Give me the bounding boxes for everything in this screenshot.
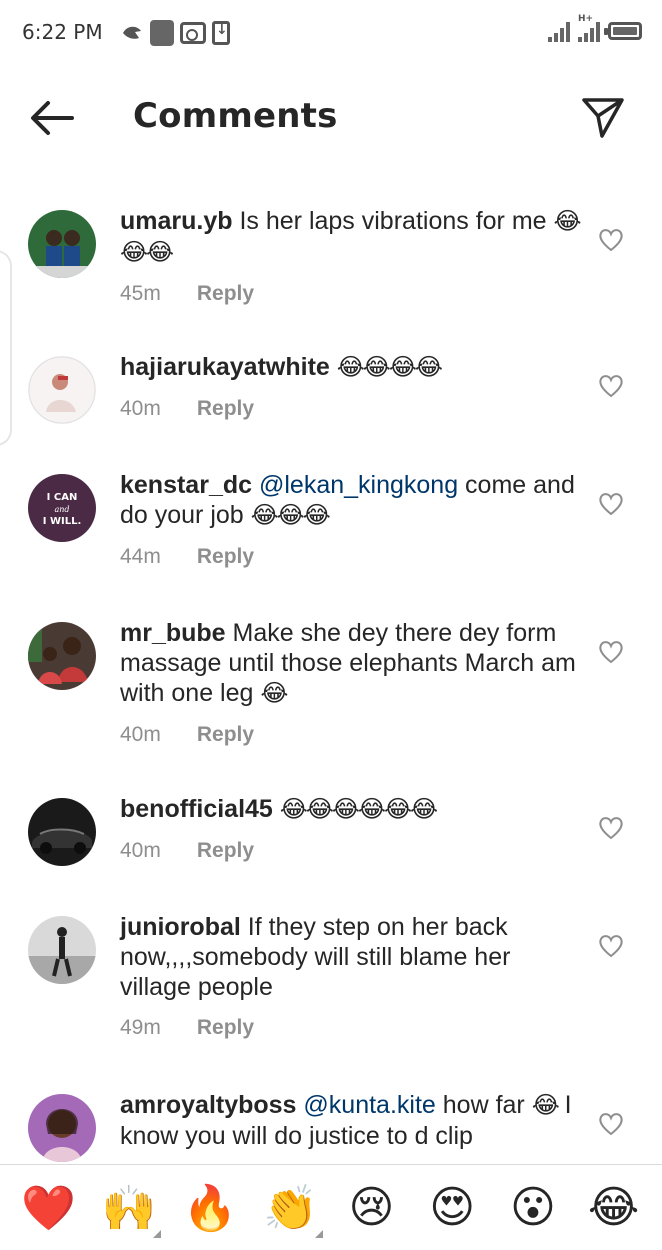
- comment-mention[interactable]: @lekan_kingkong: [259, 471, 458, 499]
- avatar[interactable]: [28, 210, 96, 278]
- like-heart-icon[interactable]: [598, 492, 624, 516]
- comment-body: kenstar_dc @lekan_kingkong come and do y…: [120, 470, 580, 569]
- comment-time: 45m: [120, 282, 161, 305]
- avatar[interactable]: [28, 1094, 96, 1162]
- header: Comments: [0, 66, 662, 176]
- comment-message: Is her laps vibrations for me: [232, 207, 554, 235]
- like-heart-icon[interactable]: [598, 934, 624, 958]
- tears-of-joy-icon[interactable]: 😂: [582, 1176, 646, 1240]
- reply-button[interactable]: Reply: [197, 282, 254, 306]
- app-icon: [150, 20, 174, 46]
- heart-eyes-icon[interactable]: 😍: [420, 1176, 484, 1240]
- back-arrow-icon[interactable]: [28, 98, 76, 138]
- avatar-text-line2: and: [54, 505, 69, 514]
- crying-face-icon[interactable]: 😢: [339, 1176, 403, 1240]
- avatar[interactable]: [28, 916, 96, 984]
- comment-body: mr_bube Make she dey there dey form mass…: [120, 618, 580, 747]
- comment-username[interactable]: mr_bube: [120, 619, 226, 647]
- comment-emoji: 😂😂😂😂: [336, 354, 443, 381]
- signal-icon: [548, 20, 570, 42]
- battery-icon: [604, 22, 642, 40]
- comment-meta: 49m Reply: [120, 1016, 580, 1040]
- download-icon: [212, 21, 230, 45]
- comment-body: hajiarukayatwhite 😂😂😂😂 40m Reply: [120, 352, 580, 421]
- avatar[interactable]: [28, 356, 96, 424]
- comment-body: umaru.yb Is her laps vibrations for me 😂…: [120, 206, 582, 306]
- comment-time: 40m: [120, 397, 161, 420]
- reply-button[interactable]: Reply: [197, 397, 254, 421]
- comment-body: juniorobal If they step on her back now,…: [120, 912, 580, 1040]
- avatar[interactable]: I CAN and I WILL.: [28, 474, 96, 542]
- comment-message: [330, 353, 337, 381]
- comment-username[interactable]: hajiarukayatwhite: [120, 353, 330, 381]
- avatar-text-line1: I CAN: [47, 492, 78, 503]
- comment-username[interactable]: juniorobal: [120, 913, 241, 941]
- comment-mention[interactable]: @kunta.kite: [303, 1091, 435, 1119]
- comment-time: 40m: [120, 839, 161, 862]
- fire-icon[interactable]: 🔥: [178, 1176, 242, 1240]
- comment-text: umaru.yb Is her laps vibrations for me 😂…: [120, 206, 582, 268]
- comment-text: kenstar_dc @lekan_kingkong come and do y…: [120, 470, 580, 531]
- signal-hplus-icon: H+: [578, 14, 600, 42]
- comment-text: hajiarukayatwhite 😂😂😂😂: [120, 352, 580, 383]
- comment-username[interactable]: kenstar_dc: [120, 471, 252, 499]
- status-bar: 6:22 PM H+: [0, 0, 662, 66]
- like-heart-icon[interactable]: [598, 640, 624, 664]
- like-heart-icon[interactable]: [598, 374, 624, 398]
- comment-username[interactable]: benofficial45: [120, 795, 273, 823]
- like-heart-icon[interactable]: [598, 228, 624, 252]
- surprised-face-icon[interactable]: 😮: [501, 1176, 565, 1240]
- send-icon[interactable]: [580, 96, 626, 140]
- red-heart-icon[interactable]: ❤️: [16, 1176, 80, 1240]
- notification-icons: [120, 20, 230, 46]
- comment-meta: 40m Reply: [120, 397, 580, 421]
- emoji-quick-bar: ❤️ 🙌 🔥 👏 😢 😍 😮 😂: [0, 1164, 662, 1250]
- comment-text: benofficial45 😂😂😂😂😂😂: [120, 794, 580, 825]
- comment-emoji: 😂😂😂😂😂😂: [279, 796, 438, 823]
- comment-meta: 40m Reply: [120, 723, 580, 747]
- comment-meta: 45m Reply: [120, 282, 580, 306]
- comment-time: 40m: [120, 723, 161, 746]
- comment-emoji: 😂: [260, 680, 288, 707]
- like-heart-icon[interactable]: [598, 816, 624, 840]
- comment-text: mr_bube Make she dey there dey form mass…: [120, 618, 580, 709]
- comment-emoji: 😂: [531, 1092, 560, 1119]
- page-title: Comments: [133, 96, 338, 136]
- comment-text: amroyaltyboss @kunta.kite how far 😂 I kn…: [120, 1090, 580, 1151]
- reply-button[interactable]: Reply: [197, 839, 254, 863]
- comment-message: [273, 795, 280, 823]
- comment-emoji: 😂😂😂: [250, 502, 331, 529]
- clapping-hands-icon[interactable]: 👏: [259, 1176, 323, 1240]
- comment-username[interactable]: umaru.yb: [120, 207, 233, 235]
- comment-time: 44m: [120, 545, 161, 568]
- edge-handle[interactable]: [0, 250, 12, 446]
- reply-button[interactable]: Reply: [197, 723, 254, 747]
- comment-message: how far: [435, 1091, 532, 1119]
- reply-button[interactable]: Reply: [197, 545, 254, 569]
- radio-icon: [180, 22, 206, 44]
- raising-hands-icon[interactable]: 🙌: [97, 1176, 162, 1240]
- comment-body: amroyaltyboss @kunta.kite how far 😂 I kn…: [120, 1090, 580, 1151]
- comment-time: 49m: [120, 1016, 161, 1039]
- system-icons: H+: [548, 14, 642, 42]
- comment-body: benofficial45 😂😂😂😂😂😂 40m Reply: [120, 794, 580, 863]
- avatar-text-line3: I WILL.: [43, 516, 82, 527]
- comment-meta: 40m Reply: [120, 839, 580, 863]
- reply-button[interactable]: Reply: [197, 1016, 254, 1040]
- comment-text: juniorobal If they step on her back now,…: [120, 912, 580, 1002]
- comment-meta: 44m Reply: [120, 545, 580, 569]
- bird-icon: [120, 20, 144, 46]
- avatar[interactable]: [28, 622, 96, 690]
- comment-username[interactable]: amroyaltyboss: [120, 1091, 296, 1119]
- like-heart-icon[interactable]: [598, 1112, 624, 1136]
- status-time: 6:22 PM: [22, 20, 103, 44]
- avatar[interactable]: [28, 798, 96, 866]
